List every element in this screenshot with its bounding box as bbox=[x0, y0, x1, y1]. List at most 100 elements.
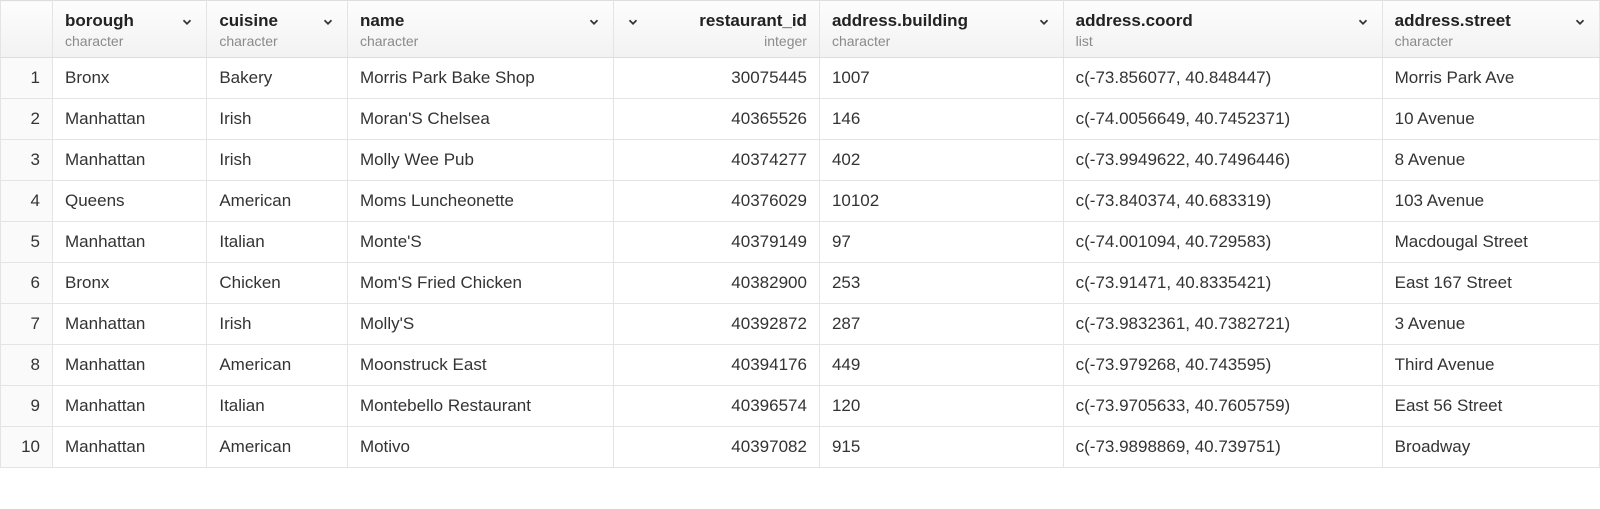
cell-cuisine[interactable]: Irish bbox=[207, 304, 348, 345]
cell-restaurant_id[interactable]: 40392872 bbox=[613, 304, 819, 345]
cell-restaurant_id[interactable]: 40382900 bbox=[613, 263, 819, 304]
chevron-down-icon[interactable] bbox=[321, 15, 335, 29]
table-row[interactable]: 8ManhattanAmericanMoonstruck East4039417… bbox=[1, 345, 1600, 386]
cell-restaurant_id[interactable]: 40394176 bbox=[613, 345, 819, 386]
cell-borough[interactable]: Bronx bbox=[53, 58, 207, 99]
cell-cuisine[interactable]: Italian bbox=[207, 222, 348, 263]
cell-street[interactable]: Broadway bbox=[1382, 427, 1599, 468]
cell-name[interactable]: Morris Park Bake Shop bbox=[347, 58, 613, 99]
cell-coord[interactable]: c(-74.0056649, 40.7452371) bbox=[1063, 99, 1382, 140]
chevron-down-icon[interactable] bbox=[180, 15, 194, 29]
table-row[interactable]: 2ManhattanIrishMoran'S Chelsea4036552614… bbox=[1, 99, 1600, 140]
cell-cuisine[interactable]: Bakery bbox=[207, 58, 348, 99]
cell-coord[interactable]: c(-73.9832361, 40.7382721) bbox=[1063, 304, 1382, 345]
column-header-address-street[interactable]: address.street character bbox=[1382, 1, 1599, 58]
column-name: address.street bbox=[1395, 11, 1511, 31]
cell-name[interactable]: Moran'S Chelsea bbox=[347, 99, 613, 140]
cell-coord[interactable]: c(-73.840374, 40.683319) bbox=[1063, 181, 1382, 222]
cell-cuisine[interactable]: American bbox=[207, 427, 348, 468]
cell-building[interactable]: 97 bbox=[819, 222, 1063, 263]
column-header-cuisine[interactable]: cuisine character bbox=[207, 1, 348, 58]
cell-cuisine[interactable]: American bbox=[207, 345, 348, 386]
cell-restaurant_id[interactable]: 30075445 bbox=[613, 58, 819, 99]
cell-borough[interactable]: Manhattan bbox=[53, 222, 207, 263]
cell-name[interactable]: Molly'S bbox=[347, 304, 613, 345]
cell-cuisine[interactable]: Chicken bbox=[207, 263, 348, 304]
cell-street[interactable]: East 56 Street bbox=[1382, 386, 1599, 427]
cell-name[interactable]: Molly Wee Pub bbox=[347, 140, 613, 181]
cell-borough[interactable]: Manhattan bbox=[53, 99, 207, 140]
chevron-down-icon[interactable] bbox=[587, 15, 601, 29]
cell-street[interactable]: Macdougal Street bbox=[1382, 222, 1599, 263]
cell-name[interactable]: Moms Luncheonette bbox=[347, 181, 613, 222]
table-row[interactable]: 6BronxChickenMom'S Fried Chicken40382900… bbox=[1, 263, 1600, 304]
cell-street[interactable]: 8 Avenue bbox=[1382, 140, 1599, 181]
column-type: integer bbox=[764, 33, 807, 49]
cell-coord[interactable]: c(-73.979268, 40.743595) bbox=[1063, 345, 1382, 386]
cell-coord[interactable]: c(-73.856077, 40.848447) bbox=[1063, 58, 1382, 99]
cell-cuisine[interactable]: American bbox=[207, 181, 348, 222]
cell-coord[interactable]: c(-73.9705633, 40.7605759) bbox=[1063, 386, 1382, 427]
table-row[interactable]: 7ManhattanIrishMolly'S40392872287c(-73.9… bbox=[1, 304, 1600, 345]
row-number: 9 bbox=[1, 386, 53, 427]
column-header-name[interactable]: name character bbox=[347, 1, 613, 58]
cell-street[interactable]: 10 Avenue bbox=[1382, 99, 1599, 140]
cell-name[interactable]: Monte'S bbox=[347, 222, 613, 263]
table-row[interactable]: 1BronxBakeryMorris Park Bake Shop3007544… bbox=[1, 58, 1600, 99]
cell-street[interactable]: 103 Avenue bbox=[1382, 181, 1599, 222]
table-row[interactable]: 5ManhattanItalianMonte'S4037914997c(-74.… bbox=[1, 222, 1600, 263]
cell-restaurant_id[interactable]: 40365526 bbox=[613, 99, 819, 140]
cell-building[interactable]: 1007 bbox=[819, 58, 1063, 99]
cell-restaurant_id[interactable]: 40396574 bbox=[613, 386, 819, 427]
column-name: address.building bbox=[832, 11, 968, 31]
cell-name[interactable]: Mom'S Fried Chicken bbox=[347, 263, 613, 304]
cell-street[interactable]: Third Avenue bbox=[1382, 345, 1599, 386]
cell-name[interactable]: Moonstruck East bbox=[347, 345, 613, 386]
cell-restaurant_id[interactable]: 40374277 bbox=[613, 140, 819, 181]
cell-borough[interactable]: Manhattan bbox=[53, 427, 207, 468]
column-header-address-coord[interactable]: address.coord list bbox=[1063, 1, 1382, 58]
cell-coord[interactable]: c(-73.9898869, 40.739751) bbox=[1063, 427, 1382, 468]
column-header-restaurant-id[interactable]: restaurant_id integer bbox=[613, 1, 819, 58]
table-row[interactable]: 3ManhattanIrishMolly Wee Pub40374277402c… bbox=[1, 140, 1600, 181]
table-row[interactable]: 10ManhattanAmericanMotivo40397082915c(-7… bbox=[1, 427, 1600, 468]
cell-borough[interactable]: Manhattan bbox=[53, 140, 207, 181]
column-header-address-building[interactable]: address.building character bbox=[819, 1, 1063, 58]
cell-cuisine[interactable]: Irish bbox=[207, 140, 348, 181]
chevron-down-icon[interactable] bbox=[1573, 15, 1587, 29]
cell-street[interactable]: Morris Park Ave bbox=[1382, 58, 1599, 99]
cell-borough[interactable]: Manhattan bbox=[53, 345, 207, 386]
cell-building[interactable]: 287 bbox=[819, 304, 1063, 345]
table-row[interactable]: 9ManhattanItalianMontebello Restaurant40… bbox=[1, 386, 1600, 427]
cell-borough[interactable]: Manhattan bbox=[53, 386, 207, 427]
cell-coord[interactable]: c(-73.91471, 40.8335421) bbox=[1063, 263, 1382, 304]
cell-restaurant_id[interactable]: 40376029 bbox=[613, 181, 819, 222]
cell-street[interactable]: 3 Avenue bbox=[1382, 304, 1599, 345]
cell-borough[interactable]: Queens bbox=[53, 181, 207, 222]
cell-building[interactable]: 402 bbox=[819, 140, 1063, 181]
cell-name[interactable]: Motivo bbox=[347, 427, 613, 468]
cell-cuisine[interactable]: Irish bbox=[207, 99, 348, 140]
cell-building[interactable]: 449 bbox=[819, 345, 1063, 386]
cell-borough[interactable]: Manhattan bbox=[53, 304, 207, 345]
chevron-down-icon[interactable] bbox=[1356, 15, 1370, 29]
cell-building[interactable]: 120 bbox=[819, 386, 1063, 427]
cell-building[interactable]: 10102 bbox=[819, 181, 1063, 222]
cell-cuisine[interactable]: Italian bbox=[207, 386, 348, 427]
cell-building[interactable]: 146 bbox=[819, 99, 1063, 140]
column-type: character bbox=[219, 33, 278, 49]
cell-coord[interactable]: c(-74.001094, 40.729583) bbox=[1063, 222, 1382, 263]
cell-borough[interactable]: Bronx bbox=[53, 263, 207, 304]
chevron-down-icon[interactable] bbox=[1037, 15, 1051, 29]
column-header-borough[interactable]: borough character bbox=[53, 1, 207, 58]
cell-building[interactable]: 915 bbox=[819, 427, 1063, 468]
table-row[interactable]: 4QueensAmericanMoms Luncheonette40376029… bbox=[1, 181, 1600, 222]
row-number-header bbox=[1, 1, 53, 58]
cell-restaurant_id[interactable]: 40397082 bbox=[613, 427, 819, 468]
cell-street[interactable]: East 167 Street bbox=[1382, 263, 1599, 304]
cell-building[interactable]: 253 bbox=[819, 263, 1063, 304]
cell-coord[interactable]: c(-73.9949622, 40.7496446) bbox=[1063, 140, 1382, 181]
cell-restaurant_id[interactable]: 40379149 bbox=[613, 222, 819, 263]
cell-name[interactable]: Montebello Restaurant bbox=[347, 386, 613, 427]
chevron-down-icon[interactable] bbox=[626, 15, 640, 29]
